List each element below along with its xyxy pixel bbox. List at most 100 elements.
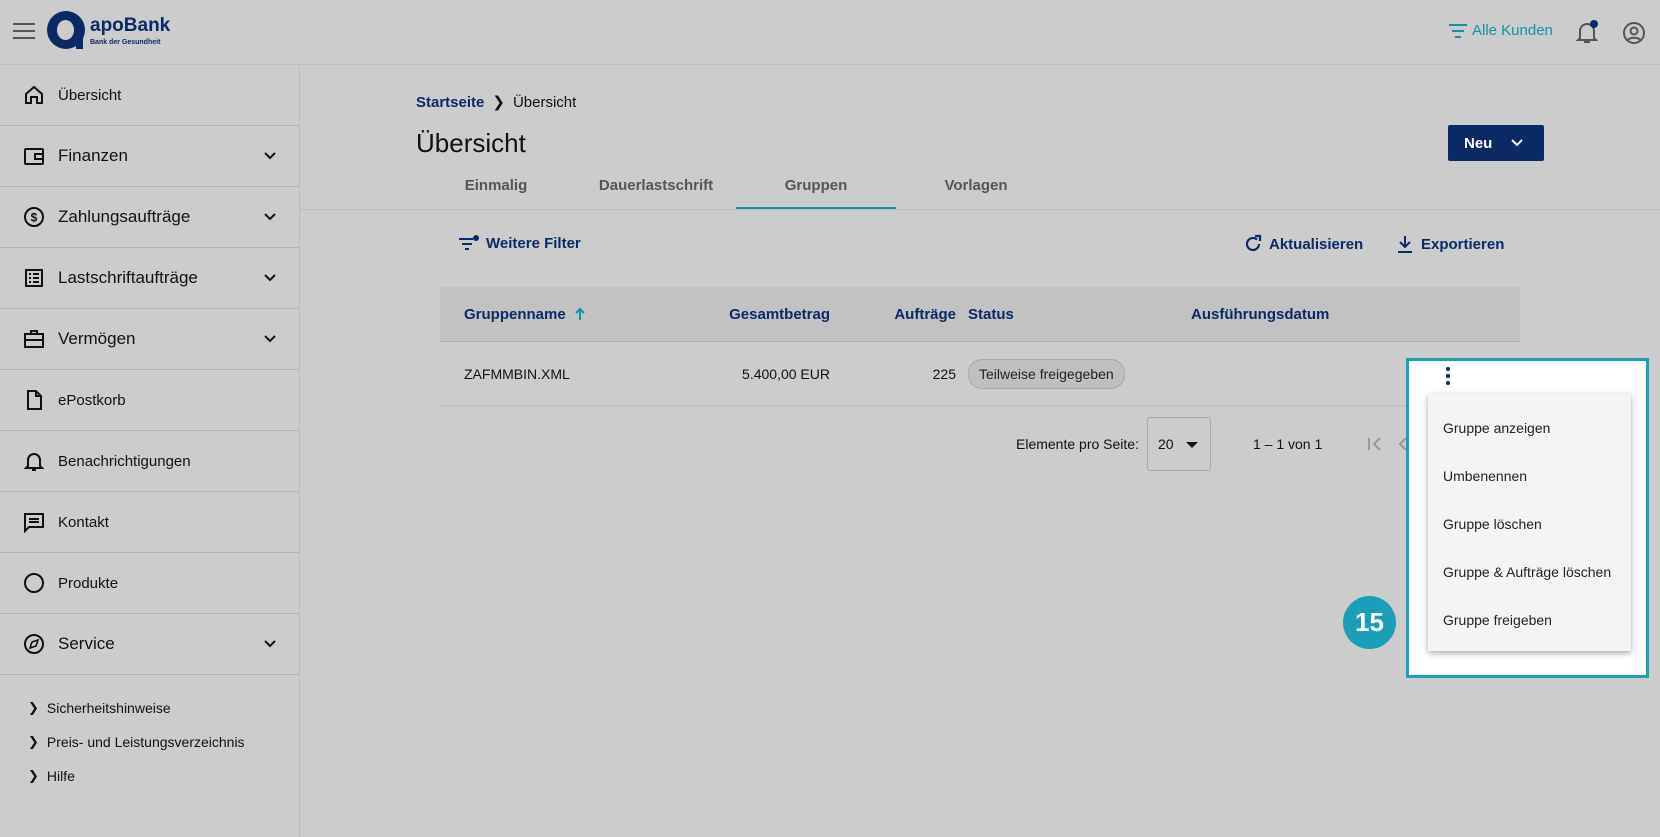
- sort-ascending-icon: [574, 307, 585, 320]
- column-header-amount[interactable]: Gesamtbetrag: [720, 306, 830, 323]
- context-menu: Gruppe anzeigen Umbenennen Gruppe löschen G…: [1428, 394, 1631, 651]
- sidebar-item-label: Übersicht: [58, 86, 122, 104]
- bell-icon: [22, 449, 46, 473]
- refresh-button[interactable]: Aktualisieren: [1243, 234, 1363, 254]
- export-button[interactable]: Exportieren: [1395, 234, 1504, 254]
- refresh-icon: [1245, 234, 1262, 252]
- refresh-label: Aktualisieren: [1269, 235, 1364, 253]
- page-range: 1 – 1 von 1: [1252, 436, 1323, 452]
- menu-icon[interactable]: [13, 23, 35, 43]
- menu-item-1[interactable]: Umbenennen: [1428, 452, 1631, 500]
- footer-link-0[interactable]: ❯ Sicherheitshinweise: [0, 691, 299, 725]
- more-filters-label: Weitere Filter: [486, 234, 581, 252]
- logo-name: apoBank: [90, 15, 171, 36]
- menu-item-0[interactable]: Gruppe anzeigen: [1428, 404, 1631, 452]
- footer-link-2[interactable]: ❯ Hilfe: [0, 759, 299, 793]
- export-label: Exportieren: [1421, 235, 1505, 253]
- cell-status: Teilweise freigegeben: [956, 358, 1191, 389]
- svg-text:$: $: [31, 211, 38, 225]
- sidebar-item-8[interactable]: Produkte: [0, 553, 299, 614]
- menu-item-3[interactable]: Gruppe & Aufträge löschen: [1428, 548, 1631, 596]
- sidebar-item-label: Benachrichtigungen: [58, 452, 191, 470]
- column-header-date[interactable]: Ausführungsdatum: [1191, 306, 1391, 323]
- logo-mark-icon: [47, 11, 85, 49]
- sidebar-item-label: Finanzen: [58, 146, 128, 165]
- tab-0[interactable]: Einmalig: [416, 168, 576, 210]
- wallet-icon: [22, 144, 46, 168]
- footer-link-1[interactable]: ❯ Preis- und Leistungsverzeichnis: [0, 725, 299, 759]
- home-icon: [22, 83, 46, 107]
- download-icon: [1398, 236, 1412, 253]
- menu-item-4[interactable]: Gruppe freigeben: [1428, 596, 1631, 644]
- page-title: Übersicht: [416, 128, 526, 158]
- footer-link-label: Preis- und Leistungsverzeichnis: [46, 734, 245, 750]
- footer-link-label: Hilfe: [46, 768, 75, 784]
- tab-2[interactable]: Gruppen: [736, 168, 896, 210]
- sidebar: Übersicht Finanzen $ Zahlungsaufträge Lastsc…: [0, 65, 300, 837]
- footer-link-label: Sicherheitshinweise: [46, 700, 171, 716]
- sidebar-item-7[interactable]: Kontakt: [0, 492, 299, 553]
- sidebar-item-label: ePostkorb: [58, 391, 126, 409]
- sidebar-item-label: Vermögen: [58, 329, 136, 348]
- breadcrumb: Startseite ❯ Übersicht: [416, 93, 577, 112]
- top-bar: apoBank Bank der Gesundheit Alle Kunden: [0, 0, 1660, 65]
- sidebar-item-2[interactable]: $ Zahlungsaufträge: [0, 187, 299, 248]
- logo-tagline: Bank der Gesundheit: [90, 39, 161, 46]
- chevron-right-icon: ❯: [492, 94, 505, 111]
- filter-icon: [459, 235, 479, 250]
- tab-3[interactable]: Vorlagen: [896, 168, 1056, 210]
- sidebar-item-label: Kontakt: [58, 513, 109, 531]
- column-header-orders[interactable]: Aufträge: [830, 306, 956, 323]
- per-page-select[interactable]: 20: [1146, 417, 1211, 471]
- sidebar-item-6[interactable]: Benachrichtigungen: [0, 431, 299, 492]
- table-row[interactable]: ZAFMMBIN.XML 5.400,00 EUR 225 Teilweise …: [440, 342, 1520, 406]
- chevron-down-icon: [263, 331, 277, 349]
- customer-filter-button[interactable]: Alle Kunden: [1448, 22, 1553, 39]
- sidebar-item-1[interactable]: Finanzen: [0, 126, 299, 187]
- briefcase-icon: [22, 327, 46, 351]
- notification-dot: [1590, 20, 1598, 28]
- sidebar-item-label: Lastschriftaufträge: [58, 268, 198, 287]
- chevron-right-icon: ❯: [28, 700, 39, 715]
- sidebar-item-label: Produkte: [58, 574, 119, 592]
- chevron-right-icon: ❯: [28, 768, 39, 783]
- new-button[interactable]: Neu: [1448, 125, 1544, 161]
- compass-icon: [22, 632, 46, 656]
- sidebar-item-3[interactable]: Lastschriftaufträge: [0, 248, 299, 309]
- filter-icon: [1449, 23, 1467, 38]
- document-icon: [22, 388, 46, 412]
- per-page-value: 20: [1157, 436, 1174, 452]
- tab-divider: [300, 209, 1660, 210]
- first-page-icon[interactable]: [1366, 435, 1384, 453]
- column-header-status[interactable]: Status: [956, 306, 1191, 323]
- cell-orders: 225: [932, 365, 956, 382]
- more-options-icon[interactable]: [1438, 366, 1458, 386]
- more-filters-button[interactable]: Weitere Filter: [458, 234, 581, 252]
- breadcrumb-current: Übersicht: [512, 93, 577, 111]
- sidebar-item-0[interactable]: Übersicht: [0, 65, 299, 126]
- chevron-down-icon: [263, 270, 277, 288]
- groups-table: Gruppenname Gesamtbetrag Aufträge Status…: [440, 287, 1520, 406]
- per-page-label: Elemente pro Seite:: [1016, 436, 1139, 452]
- sidebar-item-4[interactable]: Vermögen: [0, 309, 299, 370]
- breadcrumb-home[interactable]: Startseite: [416, 94, 484, 111]
- account-icon[interactable]: [1622, 21, 1646, 45]
- step-marker: 15: [1343, 596, 1396, 649]
- chevron-right-icon: ❯: [28, 734, 39, 749]
- sidebar-item-label: Zahlungsaufträge: [58, 207, 191, 226]
- column-header-name[interactable]: Gruppenname: [440, 306, 720, 323]
- chevron-down-icon: [263, 209, 277, 227]
- cell-group-name: ZAFMMBIN.XML: [464, 365, 570, 382]
- chevron-down-icon: [263, 148, 277, 166]
- sidebar-item-9[interactable]: Service: [0, 614, 299, 675]
- chat-icon: [22, 510, 46, 534]
- sidebar-item-label: Service: [58, 634, 115, 653]
- cell-amount: 5.400,00 EUR: [742, 365, 830, 382]
- sidebar-item-5[interactable]: ePostkorb: [0, 370, 299, 431]
- list-box-icon: [22, 266, 46, 290]
- menu-item-2[interactable]: Gruppe löschen: [1428, 500, 1631, 548]
- status-badge: Teilweise freigegeben: [968, 358, 1125, 389]
- new-button-label: Neu: [1464, 134, 1493, 152]
- tab-1[interactable]: Dauerlastschrift: [576, 168, 736, 210]
- logo[interactable]: apoBank Bank der Gesundheit: [47, 11, 170, 55]
